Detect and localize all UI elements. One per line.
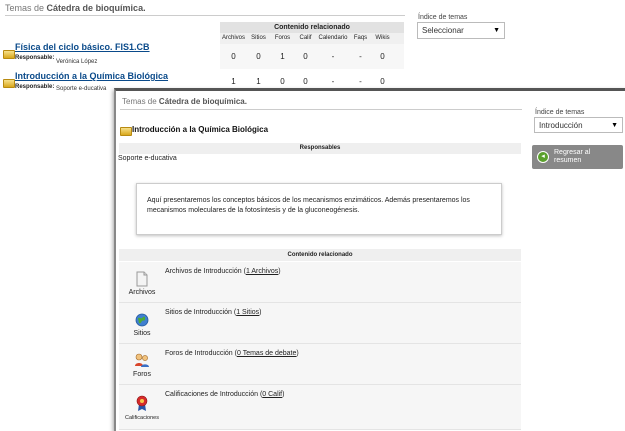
responsable-value: Soporte e-ducativa <box>118 155 177 162</box>
topic-index-select[interactable]: Seleccionar ▼ <box>417 22 505 39</box>
item-icon-label: Sitios <box>133 330 151 337</box>
table-cell: 0 <box>256 52 261 61</box>
description-text: Aquí presentaremos los conceptos básicos… <box>147 197 470 214</box>
column-header: Faqs <box>353 35 368 41</box>
select-value: Introducción <box>539 120 583 130</box>
topic-description: Aquí presentaremos los conceptos básicos… <box>136 183 502 235</box>
responsable-value: Soporte e-ducativa <box>56 86 107 92</box>
topic-detail-window: Temas de Cátedra de bioquímica. Introduc… <box>114 88 625 431</box>
table-cell: - <box>331 52 335 61</box>
table-header-row: Archivos Sitios Foros Calif Calendario F… <box>220 33 404 44</box>
folder-icon <box>3 50 15 59</box>
related-content-header: Contenido relacionado <box>119 249 521 261</box>
table-cell: 0 <box>303 52 308 61</box>
topic-index-select[interactable]: Introducción ▼ <box>534 117 623 133</box>
list-item: Archivos Archivos de Introducción (1 Arc… <box>119 262 521 303</box>
select-value: Seleccionar <box>422 26 464 35</box>
back-to-summary-button[interactable]: ◂ Regresar al resumen <box>532 145 623 169</box>
medal-icon <box>136 395 148 411</box>
item-icon-label: Foros <box>133 371 151 378</box>
table-cell: 0 <box>231 52 236 61</box>
topic-index-label: Índice de temas <box>418 14 468 21</box>
related-content-table: Contenido relacionado Archivos Sitios Fo… <box>220 22 404 94</box>
item-text: Sitios de Introducción (1 Sitios) <box>165 309 262 316</box>
back-button-label: Regresar al resumen <box>554 149 591 164</box>
list-item: Calificaciones Calificaciones de Introdu… <box>119 385 521 430</box>
column-header: Calendario <box>318 35 348 41</box>
folder-icon <box>3 79 15 88</box>
chevron-down-icon: ▼ <box>493 27 500 34</box>
table-cell: 1 <box>280 52 285 61</box>
table-cell: 0 <box>380 52 385 61</box>
title-divider <box>5 15 405 16</box>
list-item: Sitios Sitios de Introducción (1 Sitios) <box>119 303 521 344</box>
file-icon <box>136 271 148 287</box>
item-text: Archivos de Introducción (1 Archivos) <box>165 268 281 275</box>
table-cell: - <box>359 52 362 61</box>
related-content-header: Contenido relacionado <box>220 22 404 33</box>
responsables-header: Responsables <box>119 143 521 154</box>
globe-icon <box>135 313 149 327</box>
topic-index-label: Índice de temas <box>535 109 585 116</box>
item-link[interactable]: 1 Sitios <box>236 309 259 316</box>
column-header: Archivos <box>221 35 245 41</box>
item-icon-label: Archivos <box>128 289 156 296</box>
item-link[interactable]: 1 Archivos <box>246 268 278 275</box>
table-row: 0 0 1 0 - - 0 <box>220 44 404 69</box>
forum-icon <box>135 353 149 367</box>
column-header: Wikis <box>375 35 390 41</box>
responsable-value: Verónica López <box>56 59 98 65</box>
item-text: Foros de Introducción (0 Temas de debate… <box>165 350 299 357</box>
responsable-label: Responsable: <box>15 84 55 90</box>
back-arrow-icon: ◂ <box>537 151 549 163</box>
list-item: Foros Foros de Introducción (0 Temas de … <box>119 344 521 385</box>
overlay-page-title: Temas de Cátedra de bioquímica. <box>122 97 247 106</box>
item-link[interactable]: 0 Temas de debate <box>237 350 296 357</box>
item-icon-label: Calificaciones <box>125 415 159 421</box>
folder-icon <box>120 127 132 136</box>
column-header: Sitios <box>251 35 266 41</box>
page-title: Temas de Cátedra de bioquímica. <box>5 3 146 13</box>
item-text: Calificaciones de Introducción (0 Calif) <box>165 391 285 398</box>
title-divider <box>120 109 522 110</box>
topic-title: Introducción a la Química Biológica <box>132 125 269 134</box>
chevron-down-icon: ▼ <box>611 121 618 129</box>
topic-link[interactable]: Introducción a la Química Biológica <box>15 71 168 81</box>
column-header: Calif <box>299 35 312 41</box>
topic-link[interactable]: Física del ciclo básico. FIS1.CB <box>15 42 150 52</box>
column-header: Foros <box>274 35 291 41</box>
item-link[interactable]: 0 Calif <box>262 391 282 398</box>
responsable-label: Responsable: <box>15 55 55 61</box>
